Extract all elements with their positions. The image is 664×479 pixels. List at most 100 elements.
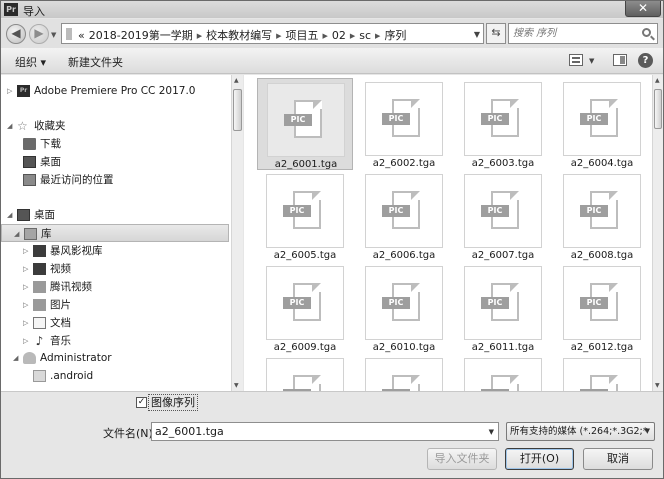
- scroll-down-icon[interactable]: ▼: [655, 382, 660, 389]
- breadcrumb-separator-icon[interactable]: ▶: [276, 32, 281, 40]
- collapse-arrow-icon[interactable]: ◢: [14, 225, 19, 243]
- view-chevron-icon[interactable]: ▼: [589, 57, 594, 65]
- file-name: a2_6002.tga: [372, 158, 436, 169]
- view-options-icon[interactable]: [569, 54, 583, 66]
- nav-tree-item[interactable]: ▷ 视频: [1, 260, 231, 278]
- preview-pane-icon[interactable]: [613, 54, 627, 66]
- nav-tree-item-label: 腾讯视频: [50, 281, 92, 293]
- address-dropdown-chevron-icon[interactable]: ▼: [474, 30, 480, 39]
- scroll-thumb[interactable]: [233, 89, 242, 131]
- search-box[interactable]: [508, 23, 658, 44]
- file-tile[interactable]: PIC a2_6010.tga: [356, 262, 452, 354]
- breadcrumb-separator-icon[interactable]: ▶: [197, 32, 202, 40]
- nav-tree-item[interactable]: ▷ 图片: [1, 296, 231, 314]
- breadcrumb-item[interactable]: 序列: [384, 29, 406, 42]
- collapse-arrow-icon[interactable]: ◢: [7, 206, 12, 224]
- filename-input[interactable]: [155, 424, 475, 439]
- recent-pages-chevron-icon[interactable]: ▼: [51, 31, 56, 39]
- nav-tree-item[interactable]: ▷ 暴风影视库: [1, 242, 231, 260]
- close-button[interactable]: ✕: [625, 1, 661, 17]
- scroll-thumb[interactable]: [654, 89, 662, 129]
- nav-tree-item-label: .android: [50, 370, 94, 382]
- file-thumbnail: PIC: [266, 266, 344, 340]
- nav-tree-item[interactable]: ◢ 桌面: [1, 206, 231, 224]
- file-type-value: 所有支持的媒体 (*.264;*.3G2;*: [510, 426, 648, 437]
- import-folder-button[interactable]: 导入文件夹: [427, 448, 497, 470]
- nav-tree-item-label: 文档: [50, 317, 71, 329]
- organize-button[interactable]: 组织 ▾: [15, 54, 46, 70]
- expand-arrow-icon[interactable]: ▷: [7, 82, 12, 100]
- breadcrumb-overflow-icon[interactable]: «: [78, 29, 85, 42]
- expand-arrow-icon[interactable]: ▷: [23, 242, 28, 260]
- breadcrumb-item[interactable]: 校本教材编写: [206, 29, 272, 42]
- file-tile[interactable]: PIC: [257, 354, 353, 391]
- nav-tree-item[interactable]: ▷ 文档: [1, 314, 231, 332]
- image-sequence-checkbox[interactable]: ✓: [136, 397, 147, 408]
- image-sequence-label[interactable]: 图像序列: [148, 394, 198, 411]
- file-thumbnail: PIC: [365, 266, 443, 340]
- breadcrumb-separator-icon[interactable]: ▶: [322, 32, 327, 40]
- refresh-button[interactable]: ⇆: [486, 23, 506, 44]
- expand-arrow-icon[interactable]: ▷: [23, 260, 28, 278]
- breadcrumb[interactable]: « 2018-2019第一学期 ▶ 校本教材编写 ▶ 项目五 ▶ 02 ▶ sc ▶ 序列 ▼: [61, 23, 484, 44]
- help-icon[interactable]: ?: [638, 53, 653, 68]
- nav-tree-item[interactable]: ◢ ☆ 收藏夹: [1, 117, 231, 135]
- scroll-up-icon[interactable]: ▲: [655, 77, 660, 84]
- nav-tree-item[interactable]: 桌面: [1, 153, 231, 171]
- pic-badge: PIC: [382, 205, 410, 217]
- file-tile[interactable]: PIC a2_6001.tga: [257, 78, 353, 170]
- nav-tree-item[interactable]: 下载: [1, 135, 231, 153]
- nav-tree-item[interactable]: 最近访问的位置: [1, 171, 231, 189]
- file-tile[interactable]: PIC a2_6005.tga: [257, 170, 353, 262]
- nav-tree-item[interactable]: ◢ Administrator: [1, 349, 231, 367]
- nav-tree-item[interactable]: ▷ ♪ 音乐: [1, 332, 231, 350]
- nav-tree-item-label: 收藏夹: [34, 120, 66, 132]
- file-tile[interactable]: PIC: [455, 354, 551, 391]
- file-tile[interactable]: PIC a2_6009.tga: [257, 262, 353, 354]
- filename-chevron-down-icon[interactable]: ▼: [489, 428, 494, 436]
- nav-tree-item[interactable]: .android: [1, 367, 231, 385]
- breadcrumb-separator-icon[interactable]: ▶: [350, 32, 355, 40]
- breadcrumb-item[interactable]: sc: [359, 29, 371, 42]
- cancel-button[interactable]: 取消: [583, 448, 653, 470]
- expand-arrow-icon[interactable]: ▷: [23, 296, 28, 314]
- open-button[interactable]: 打开(O): [505, 448, 574, 470]
- file-tile[interactable]: PIC a2_6008.tga: [554, 170, 650, 262]
- breadcrumb-item[interactable]: 02: [332, 29, 346, 42]
- file-type-select[interactable]: 所有支持的媒体 (*.264;*.3G2;* ▼: [506, 422, 655, 441]
- nav-tree-item[interactable]: ▷ Pr Adobe Premiere Pro CC 2017.0: [1, 82, 231, 100]
- collapse-arrow-icon[interactable]: ◢: [13, 349, 18, 367]
- file-tile[interactable]: PIC a2_6006.tga: [356, 170, 452, 262]
- file-tile[interactable]: PIC a2_6012.tga: [554, 262, 650, 354]
- breadcrumb-item[interactable]: 2018-2019第一学期: [89, 29, 193, 42]
- breadcrumb-item[interactable]: 项目五: [285, 29, 318, 42]
- forward-button[interactable]: ▶: [29, 24, 49, 44]
- expand-arrow-icon[interactable]: ▷: [23, 278, 28, 296]
- file-tile[interactable]: PIC a2_6003.tga: [455, 78, 551, 170]
- scroll-down-icon[interactable]: ▼: [234, 382, 239, 389]
- expand-arrow-icon[interactable]: ▷: [23, 332, 28, 350]
- file-list-scrollbar[interactable]: ▲ ▼: [652, 75, 663, 391]
- file-type-chevron-down-icon[interactable]: ▼: [645, 423, 650, 440]
- import-dialog: Pr 导入 ✕ ◀ ▶ ▼ « 2018-2019第一学期 ▶ 校本教材编写 ▶ 项目五 ▶…: [0, 0, 664, 479]
- scroll-up-icon[interactable]: ▲: [234, 77, 239, 84]
- file-tile[interactable]: PIC: [356, 354, 452, 391]
- breadcrumb-separator-icon[interactable]: ▶: [375, 32, 380, 40]
- search-input[interactable]: [513, 26, 633, 41]
- back-button[interactable]: ◀: [6, 24, 26, 44]
- file-tile[interactable]: PIC a2_6004.tga: [554, 78, 650, 170]
- nav-tree-item[interactable]: ▷ 腾讯视频: [1, 278, 231, 296]
- filename-combobox[interactable]: ▼: [151, 422, 499, 441]
- pic-badge: PIC: [580, 113, 608, 125]
- collapse-arrow-icon[interactable]: ◢: [7, 117, 12, 135]
- command-toolbar: 组织 ▾ 新建文件夹 ▼ ?: [1, 48, 663, 74]
- file-tile[interactable]: PIC a2_6011.tga: [455, 262, 551, 354]
- expand-arrow-icon[interactable]: ▷: [23, 314, 28, 332]
- file-tile[interactable]: PIC a2_6007.tga: [455, 170, 551, 262]
- navigation-scrollbar[interactable]: ▲ ▼: [231, 75, 243, 391]
- new-folder-button[interactable]: 新建文件夹: [68, 54, 123, 70]
- file-tile[interactable]: PIC a2_6002.tga: [356, 78, 452, 170]
- search-icon[interactable]: [642, 28, 651, 37]
- file-tile[interactable]: PIC: [554, 354, 650, 391]
- nav-tree-item[interactable]: ◢ 库: [1, 224, 229, 242]
